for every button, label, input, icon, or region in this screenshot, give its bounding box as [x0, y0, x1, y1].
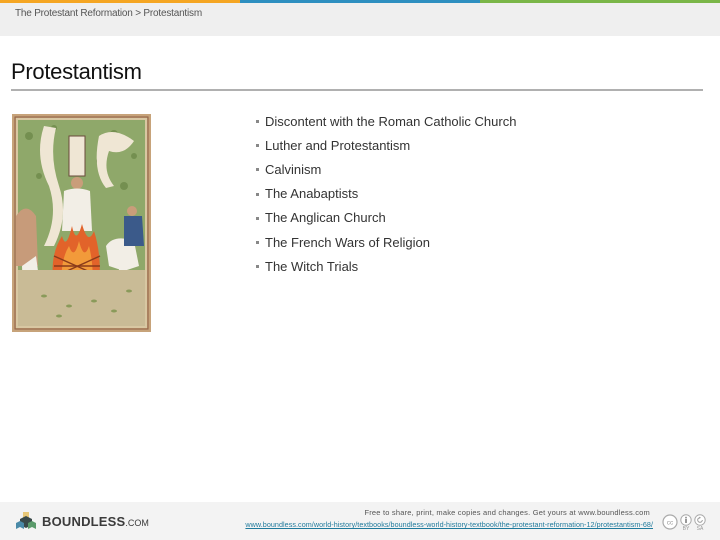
topic-item[interactable]: The French Wars of Religion [256, 230, 516, 254]
cc-icon: cc [662, 514, 678, 530]
topic-item[interactable]: Luther and Protestantism [256, 133, 516, 157]
illustration-image [12, 114, 151, 332]
breadcrumb[interactable]: The Protestant Reformation > Protestanti… [15, 8, 202, 19]
bullet-icon [256, 265, 259, 269]
topic-label: The Anabaptists [265, 186, 359, 202]
share-alike-icon [694, 514, 706, 526]
bullet-icon [256, 241, 259, 245]
topic-label: Calvinism [265, 161, 322, 177]
svg-text:cc: cc [667, 520, 674, 527]
topic-item[interactable]: Discontent with the Roman Catholic Churc… [256, 109, 516, 133]
bullet-icon [256, 120, 259, 124]
title-divider [11, 89, 703, 91]
topic-item[interactable]: The Witch Trials [256, 254, 516, 278]
topic-item[interactable]: Calvinism [256, 157, 516, 181]
topic-label: The Anglican Church [265, 210, 386, 226]
bullet-icon [256, 192, 259, 196]
topic-label: The French Wars of Religion [265, 234, 430, 250]
cc-license-badge[interactable]: cc BY SA [662, 514, 706, 532]
page-title: Protestantism [11, 59, 142, 84]
bullet-icon [256, 216, 259, 220]
bullet-icon [256, 144, 259, 148]
sa-label: SA [696, 526, 704, 532]
topic-list: Discontent with the Roman Catholic Churc… [256, 109, 516, 278]
topic-item[interactable]: The Anglican Church [256, 206, 516, 230]
boundless-logo[interactable]: BOUNDLESS.COM [15, 512, 149, 530]
boundless-logo-icon [16, 512, 36, 529]
source-link[interactable]: www.boundless.com/world-history/textbook… [245, 520, 653, 529]
boundless-logo-text: BOUNDLESS.COM [42, 513, 149, 529]
topic-label: The Witch Trials [265, 258, 359, 274]
breadcrumb-bar: The Protestant Reformation > Protestanti… [0, 3, 720, 36]
footer: BOUNDLESS.COM Free to share, print, make… [0, 502, 720, 540]
topic-label: Luther and Protestantism [265, 137, 411, 153]
topic-label: Discontent with the Roman Catholic Churc… [265, 113, 517, 129]
attribution-icon [680, 514, 692, 526]
topic-item[interactable]: The Anabaptists [256, 182, 516, 206]
share-notice: Free to share, print, make copies and ch… [364, 508, 650, 517]
slide-page: The Protestant Reformation > Protestanti… [0, 0, 720, 540]
burning-at-stake-illustration [14, 116, 149, 330]
by-label: BY [682, 526, 690, 532]
bullet-icon [256, 168, 259, 172]
